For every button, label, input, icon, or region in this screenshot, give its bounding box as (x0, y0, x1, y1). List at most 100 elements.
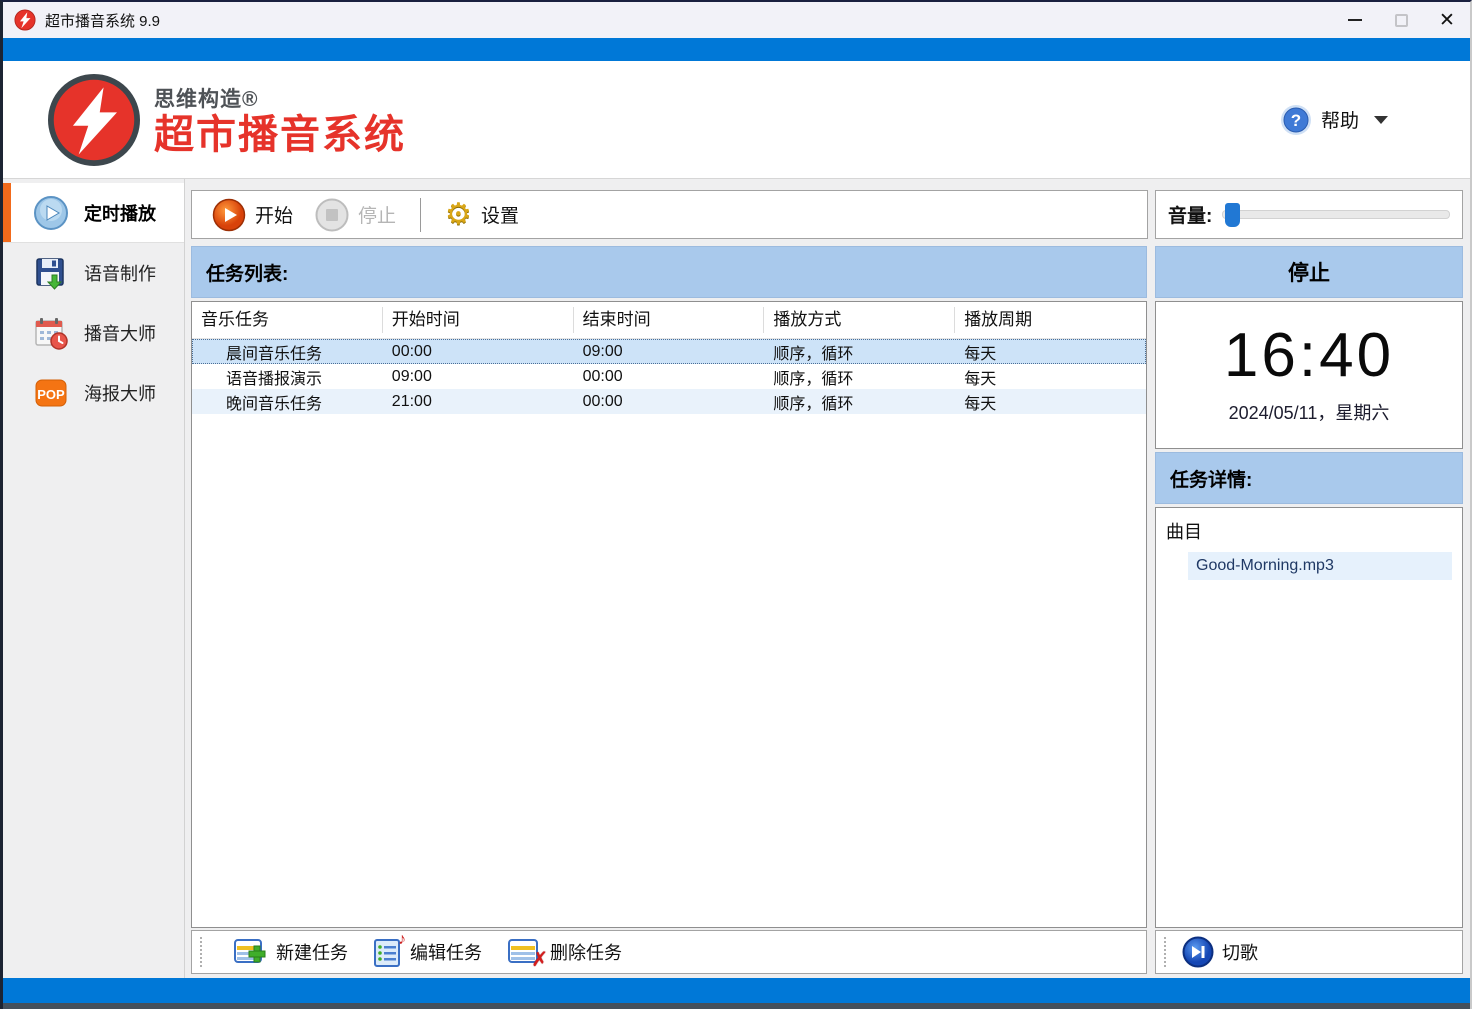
cell-play-mode: 顺序，循环 (764, 390, 955, 414)
sidebar-item-broadcast-master[interactable]: 播音大师 (3, 303, 184, 363)
floppy-save-icon (33, 255, 69, 291)
help-button[interactable]: ? 帮助 (1280, 104, 1388, 136)
brand-text: 思维构造® 超市播音系统 (154, 83, 406, 157)
app-window: 超市播音系统 9.9 ✕ 思维构造® 超市播音系统 ? 帮助 (0, 0, 1472, 1009)
toolbar-grip (1164, 937, 1170, 967)
table-empty-space (192, 414, 1146, 927)
help-label: 帮助 (1321, 106, 1359, 133)
toolbar-grip (200, 937, 206, 967)
cell-start-time: 00:00 (383, 343, 574, 361)
volume-toolbar: 音量: (1155, 190, 1463, 239)
track-tree-panel: 曲目 Good-Morning.mp3 (1155, 507, 1463, 928)
music-note-icon: ♪ (398, 931, 406, 949)
playback-toolbar: 开始 停止 ⚙ 设置 (191, 190, 1148, 239)
next-track-icon (1182, 936, 1214, 968)
sidebar-item-label: 海报大师 (84, 380, 156, 406)
close-icon: ✕ (1439, 11, 1455, 30)
pop-poster-icon: POP (33, 375, 69, 411)
clock-date: 2024/05/11，星期六 (1229, 399, 1390, 425)
table-row[interactable]: 晚间音乐任务 21:00 00:00 顺序，循环 每天 (192, 389, 1146, 414)
help-icon: ? (1280, 104, 1312, 136)
sidebar-item-poster-master[interactable]: POP 海报大师 (3, 363, 184, 423)
sidebar-item-label: 播音大师 (84, 320, 156, 346)
maximize-icon (1395, 14, 1408, 27)
delete-task-label: 删除任务 (550, 939, 622, 965)
cell-play-cycle: 每天 (955, 365, 1146, 389)
bottom-accent-bar (3, 978, 1470, 1003)
red-x-icon: ✗ (531, 950, 548, 970)
column-header-play-cycle[interactable]: 播放周期 (955, 307, 1146, 333)
sidebar-item-label: 语音制作 (84, 260, 156, 286)
cell-end-time: 09:00 (574, 343, 765, 361)
clock-time: 16:40 (1224, 325, 1394, 387)
brand-header: 思维构造® 超市播音系统 ? 帮助 (3, 61, 1470, 179)
edit-task-button[interactable]: ♪ 编辑任务 (374, 937, 482, 967)
main-area: 开始 停止 ⚙ 设置 音量: (185, 179, 1470, 978)
task-details-header: 任务详情: (1155, 452, 1463, 504)
minimize-button[interactable] (1332, 2, 1378, 38)
settings-label: 设置 (481, 201, 519, 228)
brand-product: 超市播音系统 (154, 113, 406, 157)
top-accent-bar (3, 38, 1470, 61)
column-header-music-task[interactable]: 音乐任务 (192, 307, 383, 333)
table-row[interactable]: 语音播报演示 09:00 00:00 顺序，循环 每天 (192, 364, 1146, 389)
close-button[interactable]: ✕ (1424, 2, 1470, 38)
start-play-icon (212, 198, 246, 232)
logo-lightning-icon (48, 74, 140, 166)
gear-icon: ⚙ (445, 200, 472, 230)
cell-play-cycle: 每天 (955, 340, 1146, 364)
new-task-button[interactable]: 新建任务 (234, 938, 348, 966)
maximize-button[interactable] (1378, 2, 1424, 38)
svg-text:POP: POP (37, 387, 65, 402)
stop-button[interactable]: 停止 (309, 196, 402, 234)
toolbar-separator (420, 198, 421, 232)
delete-task-icon: ✗ (508, 938, 542, 966)
edit-task-icon: ♪ (374, 937, 402, 967)
content-area: 定时播放 语音制作 (3, 179, 1470, 978)
stop-icon (315, 198, 349, 232)
track-list-item[interactable]: Good-Morning.mp3 (1188, 552, 1452, 580)
cell-play-cycle: 每天 (955, 390, 1146, 414)
clock-panel: 16:40 2024/05/11，星期六 (1155, 301, 1463, 449)
main-columns: 任务列表: 音乐任务 开始时间 结束时间 播放方式 播放周期 晨间音乐任务 00… (191, 246, 1463, 974)
app-icon (14, 9, 36, 31)
calendar-clock-icon (33, 315, 69, 351)
stop-label: 停止 (358, 201, 396, 228)
cell-start-time: 09:00 (383, 368, 574, 386)
svg-text:?: ? (1291, 111, 1301, 130)
window-controls: ✕ (1332, 2, 1470, 38)
cell-play-mode: 顺序，循环 (764, 340, 955, 364)
cell-task-name: 晨间音乐任务 (192, 340, 383, 364)
table-row[interactable]: 晨间音乐任务 00:00 09:00 顺序，循环 每天 (192, 339, 1146, 364)
delete-task-button[interactable]: ✗ 删除任务 (508, 938, 622, 966)
playback-state-banner: 停止 (1155, 246, 1463, 298)
cell-end-time: 00:00 (574, 393, 765, 411)
status-column: 停止 16:40 2024/05/11，星期六 任务详情: 曲目 Good-Mo… (1155, 246, 1463, 974)
tree-root-label[interactable]: 曲目 (1166, 518, 1452, 544)
sidebar-item-label: 定时播放 (84, 200, 156, 226)
task-table-header-row: 音乐任务 开始时间 结束时间 播放方式 播放周期 (192, 302, 1146, 339)
chevron-down-icon (1374, 116, 1388, 124)
sidebar-item-timed-play[interactable]: 定时播放 (3, 183, 184, 243)
start-label: 开始 (255, 201, 293, 228)
play-circle-icon (33, 195, 69, 231)
column-header-play-mode[interactable]: 播放方式 (764, 307, 955, 333)
task-table: 音乐任务 开始时间 结束时间 播放方式 播放周期 晨间音乐任务 00:00 09… (191, 301, 1147, 928)
skip-song-label: 切歌 (1222, 939, 1258, 965)
volume-slider[interactable] (1222, 210, 1450, 219)
start-button[interactable]: 开始 (206, 196, 299, 234)
toolbar-row: 开始 停止 ⚙ 设置 音量: (191, 190, 1463, 239)
cell-play-mode: 顺序，循环 (764, 365, 955, 389)
settings-button[interactable]: ⚙ 设置 (439, 198, 525, 232)
sidebar-item-voice-production[interactable]: 语音制作 (3, 243, 184, 303)
edit-task-label: 编辑任务 (410, 939, 482, 965)
column-header-start-time[interactable]: 开始时间 (383, 307, 574, 333)
cell-task-name: 晚间音乐任务 (192, 390, 383, 414)
cell-task-name: 语音播报演示 (192, 365, 383, 389)
skip-song-button[interactable]: 切歌 (1182, 936, 1258, 968)
skip-action-bar: 切歌 (1155, 930, 1463, 974)
window-title: 超市播音系统 9.9 (45, 10, 160, 31)
volume-slider-thumb[interactable] (1225, 203, 1240, 227)
volume-label: 音量: (1168, 201, 1212, 228)
column-header-end-time[interactable]: 结束时间 (574, 307, 765, 333)
